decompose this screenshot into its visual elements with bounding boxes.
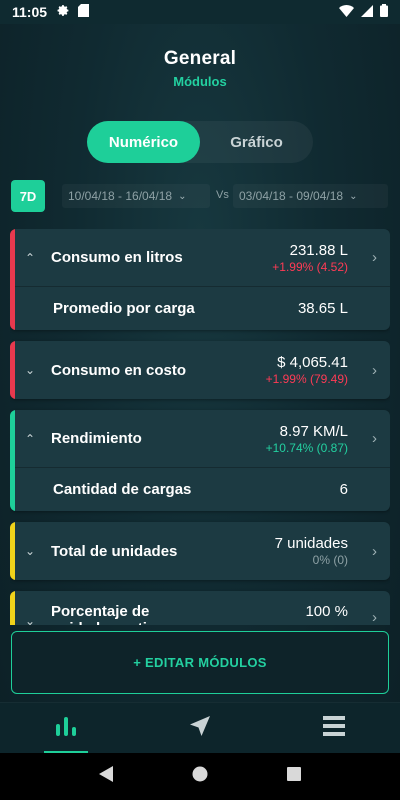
nav-navigation[interactable] — [172, 703, 228, 754]
home-icon[interactable] — [192, 766, 208, 787]
page-subtitle: Módulos — [173, 74, 227, 89]
module-label: Total de unidades — [51, 542, 178, 560]
module-label: Consumo en litros — [51, 249, 183, 266]
chevron-right-icon[interactable]: › — [372, 609, 377, 625]
sd-card-icon — [78, 4, 90, 20]
sub-label: Cantidad de cargas — [53, 481, 192, 498]
tab-numerico[interactable]: Numérico — [87, 121, 200, 163]
module-delta: +1.99% (4.52) — [272, 259, 348, 274]
module-delta: +1.99% (79.49) — [265, 372, 348, 386]
chevron-down-icon: ⌄ — [349, 190, 358, 202]
app-screen: 11:05 General Módulos Numérico Gráfico 7… — [0, 0, 400, 800]
module-main-value: 100 % — [305, 603, 348, 620]
module-main-value: 231.88 L — [289, 241, 348, 259]
module-value: 7 unidades 0% (0) — [275, 535, 348, 567]
back-icon[interactable] — [99, 766, 114, 787]
sub-value: 38.65 L — [297, 300, 348, 317]
module-label: Rendimiento — [51, 430, 142, 447]
modules-list: ⌃ Consumo en litros 231.88 L +1.99% (4.5… — [10, 229, 390, 625]
module-value: $ 4,065.41 +1.99% (79.49) — [266, 354, 348, 386]
module-value: 100 % — [305, 603, 348, 620]
chevron-down-icon[interactable]: ⌄ — [25, 363, 35, 377]
view-toggle: Numérico Gráfico — [87, 121, 313, 163]
module-card-total-unidades[interactable]: ⌄ Total de unidades 7 unidades 0% (0) › — [10, 522, 390, 580]
module-sub-row: Promedio por carga 38.65 L — [10, 287, 390, 330]
period-badge[interactable]: 7D — [11, 180, 45, 212]
chevron-right-icon[interactable]: › — [372, 543, 377, 560]
system-nav-bar — [0, 753, 400, 800]
vs-label: Vs — [216, 189, 229, 201]
module-sub-row: Cantidad de cargas 6 — [10, 468, 390, 511]
recents-icon[interactable] — [286, 767, 301, 786]
chevron-up-icon[interactable]: ⌃ — [25, 251, 35, 265]
date-range-compare-label: 03/04/18 - 09/04/18 — [239, 189, 344, 203]
hamburger-menu-icon — [323, 716, 345, 741]
chevron-right-icon[interactable]: › — [372, 362, 377, 379]
status-bar: 11:05 — [0, 0, 400, 24]
module-label: Porcentaje de unidades activas — [51, 603, 172, 625]
edit-modules-button[interactable]: + EDITAR MÓDULOS — [11, 631, 389, 694]
sub-value: 6 — [339, 481, 348, 498]
module-card-porcentaje-activas[interactable]: ⌄ Porcentaje de unidades activas 100 % › — [10, 591, 390, 625]
bar-chart-icon — [55, 715, 77, 742]
nav-stats[interactable] — [38, 703, 94, 754]
bottom-nav — [0, 702, 400, 754]
module-delta: 0% (0) — [312, 553, 348, 567]
chevron-right-icon[interactable]: › — [372, 430, 377, 447]
module-value: 8.97 KM/L +10.74% (0.87) — [266, 423, 348, 455]
module-header-row[interactable]: ⌄ Consumo en costo $ 4,065.41 +1.99% (79… — [10, 341, 390, 399]
wifi-icon — [339, 4, 354, 20]
page-title: General — [163, 48, 237, 69]
date-range-compare-dropdown[interactable]: 03/04/18 - 09/04/18 ⌄ — [233, 184, 388, 208]
module-card-consumo-litros[interactable]: ⌃ Consumo en litros 231.88 L +1.99% (4.5… — [10, 229, 390, 330]
chevron-right-icon[interactable]: › — [372, 249, 377, 266]
date-range-current-label: 10/04/18 - 16/04/18 — [68, 189, 173, 203]
module-delta: +10.74% (0.87) — [265, 440, 348, 455]
nav-menu[interactable] — [306, 703, 362, 754]
sub-label: Promedio por carga — [53, 300, 195, 317]
tab-grafico[interactable]: Gráfico — [200, 121, 313, 163]
settings-gear-icon — [57, 4, 70, 20]
module-value: 231.88 L +1.99% (4.52) — [272, 242, 348, 274]
battery-icon — [380, 4, 388, 20]
module-main-value: 8.97 KM/L — [279, 422, 348, 440]
module-main-value: 7 unidades — [274, 535, 348, 552]
module-label: Consumo en costo — [51, 361, 187, 379]
module-main-value: $ 4,065.41 — [277, 354, 348, 371]
module-card-consumo-costo[interactable]: ⌄ Consumo en costo $ 4,065.41 +1.99% (79… — [10, 341, 390, 399]
module-card-rendimiento[interactable]: ⌃ Rendimiento 8.97 KM/L +10.74% (0.87) ›… — [10, 410, 390, 511]
module-header-row[interactable]: ⌃ Rendimiento 8.97 KM/L +10.74% (0.87) › — [10, 410, 390, 467]
module-header-row[interactable]: ⌃ Consumo en litros 231.88 L +1.99% (4.5… — [10, 229, 390, 286]
page-header: General Módulos — [0, 48, 400, 89]
chevron-down-icon[interactable]: ⌄ — [25, 614, 35, 625]
date-range-current-dropdown[interactable]: 10/04/18 - 16/04/18 ⌄ — [62, 184, 210, 208]
chevron-down-icon[interactable]: ⌄ — [25, 544, 35, 558]
module-header-row[interactable]: ⌄ Porcentaje de unidades activas 100 % › — [10, 591, 390, 625]
chevron-down-icon: ⌄ — [178, 190, 187, 202]
signal-icon — [361, 4, 373, 20]
status-time: 11:05 — [12, 4, 48, 20]
navigation-arrow-icon — [189, 715, 211, 742]
chevron-up-icon[interactable]: ⌃ — [25, 432, 35, 446]
module-header-row[interactable]: ⌄ Total de unidades 7 unidades 0% (0) › — [10, 522, 390, 580]
